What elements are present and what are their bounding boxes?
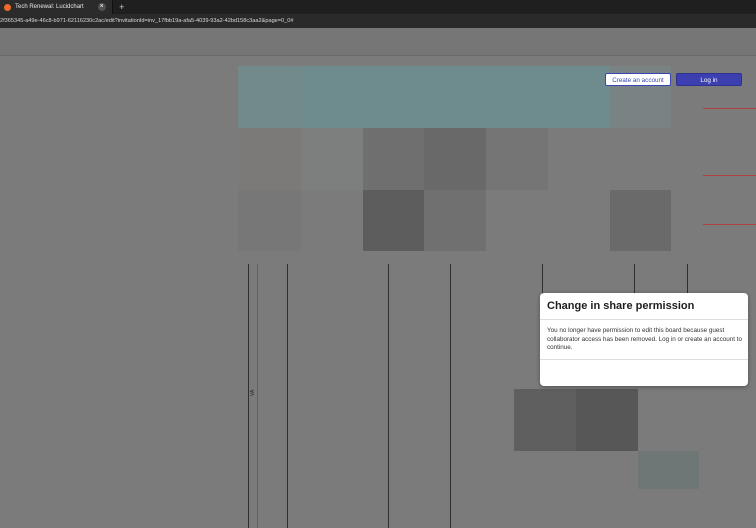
address-bar[interactable]: 2f365345-a49e-46c8-b971-62116230c2ac/edi… — [0, 14, 756, 28]
board-block — [238, 190, 301, 251]
board-block — [363, 128, 424, 190]
close-tab-icon[interactable]: × — [97, 3, 106, 11]
browser-tabstrip: Tech Renewal: Lucidchart × + — [0, 0, 756, 14]
board-block — [576, 389, 638, 451]
dialog-divider — [540, 319, 748, 320]
board-block — [610, 190, 671, 251]
log-in-button[interactable]: Log in — [676, 73, 742, 86]
dialog-title: Change in share permission — [547, 300, 695, 312]
board-block — [424, 190, 486, 251]
new-tab-icon[interactable]: + — [117, 2, 127, 12]
browser-tab[interactable]: Tech Renewal: Lucidchart × — [0, 0, 113, 14]
dialog-divider — [540, 359, 748, 360]
board-block — [301, 128, 363, 190]
board-block — [486, 190, 548, 251]
swimlane-line — [634, 264, 635, 294]
tab-title: Tech Renewal: Lucidchart — [15, 4, 84, 10]
dialog-message: You no longer have permission to edit th… — [547, 327, 742, 352]
board-block — [486, 128, 548, 190]
swimlane-line — [248, 264, 249, 528]
board-block — [238, 66, 301, 128]
connector-red-line — [703, 175, 756, 176]
swimlane-line — [542, 264, 543, 294]
swimlane-line — [388, 264, 389, 528]
url-text[interactable]: 2f365345-a49e-46c8-b971-62116230c2ac/edi… — [0, 18, 294, 24]
board-block — [638, 451, 699, 489]
connector-red-line — [703, 224, 756, 225]
board-block — [514, 389, 576, 451]
app-toolbar — [0, 28, 756, 56]
create-account-button[interactable]: Create an account — [605, 73, 671, 86]
swimlane-line — [287, 264, 288, 528]
board-block — [238, 128, 301, 190]
swimlane-line — [687, 264, 688, 294]
connector-red-line — [703, 108, 756, 109]
board-block — [424, 128, 486, 190]
board-block — [363, 190, 424, 251]
swimlane-line — [450, 264, 451, 528]
share-permission-dialog: Change in share permission You no longer… — [540, 293, 748, 386]
board-canvas: VA — [0, 28, 756, 528]
lane-label: VA — [250, 389, 256, 396]
lucidchart-favicon-icon — [4, 3, 11, 11]
swimlane-red-line — [257, 264, 258, 528]
